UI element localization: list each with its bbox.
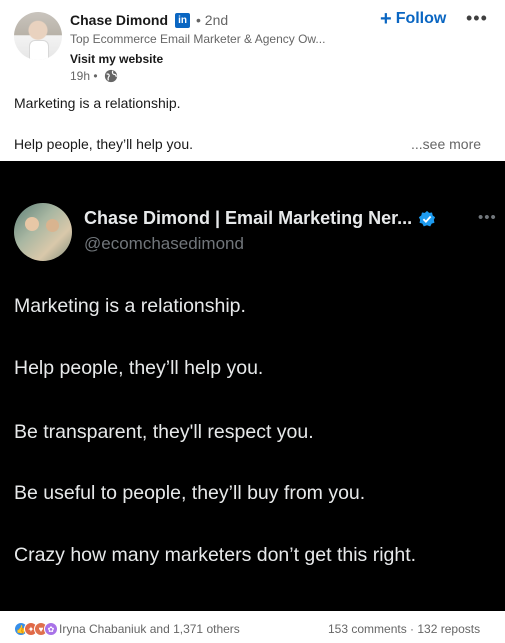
reactions-count[interactable]: Iryna Chabaniuk and 1,371 others bbox=[59, 622, 240, 636]
linkedin-logo-icon: in bbox=[175, 12, 191, 28]
verified-badge-icon bbox=[419, 210, 436, 226]
tweet-line: Marketing is a relationship. bbox=[14, 295, 246, 317]
author-name[interactable]: Chase Dimond bbox=[70, 12, 168, 28]
more-options-icon[interactable]: ••• bbox=[466, 8, 488, 29]
social-counts-bar: 👍 ✦ ♥ ✿ Iryna Chabaniuk and 1,371 others… bbox=[0, 611, 505, 643]
tweet-more-icon: ••• bbox=[478, 209, 497, 226]
follow-button[interactable]: + Follow bbox=[380, 8, 447, 30]
post-header: Chase Dimond in • 2nd Top Ecommerce Emai… bbox=[0, 0, 505, 92]
author-headline: Top Ecommerce Email Marketer & Agency Ow… bbox=[70, 32, 326, 46]
post-timestamp: 19h • bbox=[70, 69, 118, 83]
reaction-icons[interactable]: 👍 ✦ ♥ ✿ bbox=[14, 622, 58, 636]
support-icon: ✿ bbox=[44, 622, 58, 636]
tweet-line: Crazy how many marketers don’t get this … bbox=[14, 544, 417, 566]
tweet-line: Be useful to people, they’ll buy from yo… bbox=[14, 482, 366, 504]
tweet-line: Help people, they’ll help you. bbox=[14, 357, 264, 379]
plus-icon: + bbox=[380, 8, 392, 30]
tweet-author-avatar bbox=[14, 203, 72, 261]
comments-reposts-count[interactable]: 153 comments · 132 reposts bbox=[328, 622, 480, 636]
author-avatar[interactable] bbox=[14, 12, 62, 60]
tweet-screenshot-image[interactable]: Chase Dimond | Email Marketing Ner... @e… bbox=[0, 161, 505, 611]
tweet-author-handle: @ecomchasedimond bbox=[84, 234, 244, 253]
connection-degree: • 2nd bbox=[196, 12, 229, 28]
post-text-line-1: Marketing is a relationship. bbox=[14, 95, 181, 111]
tweet-author-name: Chase Dimond | Email Marketing Ner... bbox=[84, 208, 413, 228]
post-text-line-2: Help people, they’ll help you. bbox=[14, 136, 194, 152]
tweet-line: Be transparent, they'll respect you. bbox=[14, 421, 314, 443]
visit-website-link[interactable]: Visit my website bbox=[70, 52, 163, 66]
post-time: 19h • bbox=[70, 69, 98, 83]
follow-label: Follow bbox=[395, 10, 447, 27]
author-line: Chase Dimond in • 2nd bbox=[70, 12, 228, 28]
tweet-author-line: Chase Dimond | Email Marketing Ner... bbox=[84, 208, 436, 229]
globe-icon bbox=[104, 69, 117, 83]
see-more-link[interactable]: ...see more bbox=[411, 136, 481, 152]
